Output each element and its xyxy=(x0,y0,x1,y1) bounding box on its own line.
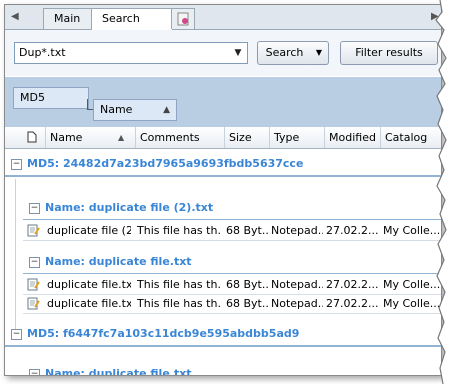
results-grid: − MD5: 24482d7a23bd7965a9693fbdb5637cce … xyxy=(5,149,441,375)
sort-ascending-icon: ▲ xyxy=(118,133,125,142)
cell-type: Notepad... xyxy=(271,297,323,310)
tab-strip: ◀ Main Search ▶ xyxy=(5,5,441,30)
search-input[interactable]: Dup*.txt ▼ xyxy=(14,42,248,64)
column-header-type[interactable]: Type xyxy=(269,127,325,148)
column-header-comments[interactable]: Comments xyxy=(135,127,224,148)
cell-comments: This file has th... xyxy=(137,278,221,291)
column-header: Name ▲ Comments Size Type Modified Catalo… xyxy=(5,127,441,149)
column-header-size[interactable]: Size xyxy=(224,127,270,148)
cell-name: duplicate file.txt xyxy=(47,297,131,310)
collapse-icon[interactable]: − xyxy=(29,203,40,214)
tab-new[interactable] xyxy=(171,8,195,29)
collapse-icon[interactable]: − xyxy=(29,257,40,268)
filter-results-button[interactable]: Filter results xyxy=(340,41,438,65)
cell-size: 68 Byt... xyxy=(226,278,268,291)
sort-ascending-icon: ▲ xyxy=(163,105,170,115)
tab-search[interactable]: Search xyxy=(91,8,173,30)
group-chip-md5[interactable]: MD5 xyxy=(13,87,89,109)
app-window: ◀ Main Search ▶ Dup*.txt ▼ Search ▼ Filt… xyxy=(4,4,442,376)
torn-edge xyxy=(435,0,466,384)
scroll-left-icon[interactable]: ◀ xyxy=(11,11,19,22)
cell-modified: 27.02.2... xyxy=(326,278,378,291)
group-chip-name-label: Name xyxy=(100,103,133,116)
tree-line xyxy=(15,179,16,329)
table-row[interactable]: duplicate file.txt This file has th... 6… xyxy=(23,295,441,314)
search-options-dropdown[interactable]: ▼ xyxy=(310,41,329,65)
column-header-modified[interactable]: Modified xyxy=(324,127,381,148)
cell-name: duplicate file (2)... xyxy=(47,224,131,237)
column-name-label: Name xyxy=(50,131,83,144)
chevron-down-icon: ▼ xyxy=(315,48,323,57)
cell-comments: This file has th... xyxy=(137,224,221,237)
group-chip-md5-label: MD5 xyxy=(20,91,45,104)
filter-results-label: Filter results xyxy=(355,46,423,59)
search-toolbar: Dup*.txt ▼ Search ▼ Filter results xyxy=(5,30,441,76)
cell-size: 68 Byt... xyxy=(226,297,268,310)
cell-modified: 27.02.2... xyxy=(326,297,378,310)
collapse-icon[interactable]: − xyxy=(29,369,40,375)
group-chip-name[interactable]: Name ▲ xyxy=(93,99,177,121)
group-name-label: Name: duplicate file (2).txt xyxy=(45,201,214,214)
column-modified-label: Modified xyxy=(329,131,376,144)
group-by-area: MD5 Name ▲ xyxy=(5,77,441,127)
group-name-label: Name: duplicate file.txt xyxy=(45,367,192,375)
file-icon xyxy=(27,131,37,143)
cell-type: Notepad... xyxy=(271,224,323,237)
group-row-md5[interactable]: − MD5: f6447fc7a103c11dcb9e595abdbb5ad9 xyxy=(5,323,441,347)
new-tab-icon xyxy=(177,12,189,26)
group-row-name[interactable]: − Name: duplicate file (2).txt xyxy=(23,197,441,220)
table-row[interactable]: duplicate file.txt This file has th... 6… xyxy=(23,276,441,295)
column-header-type-icon[interactable] xyxy=(19,127,43,148)
group-md5-label: MD5: f6447fc7a103c11dcb9e595abdbb5ad9 xyxy=(27,327,300,340)
search-input-value: Dup*.txt xyxy=(19,46,66,59)
search-button-label: Search xyxy=(265,46,304,59)
group-md5-label: MD5: 24482d7a23bd7965a9693fbdb5637cce xyxy=(27,157,304,170)
group-row-name[interactable]: − Name: duplicate file.txt xyxy=(23,363,441,375)
cell-modified: 27.02.2... xyxy=(326,224,378,237)
cell-type: Notepad... xyxy=(271,278,323,291)
column-catalog-label: Catalog xyxy=(385,131,428,144)
group-row-md5[interactable]: − MD5: 24482d7a23bd7965a9693fbdb5637cce xyxy=(5,153,441,177)
notepad-file-icon xyxy=(27,278,40,291)
cell-comments: This file has th... xyxy=(137,297,221,310)
chevron-down-icon[interactable]: ▼ xyxy=(231,43,245,63)
table-row[interactable]: duplicate file (2)... This file has th..… xyxy=(23,222,441,241)
notepad-file-icon xyxy=(27,224,40,237)
search-button[interactable]: Search xyxy=(257,41,312,65)
column-header-name[interactable]: Name ▲ xyxy=(45,127,135,148)
column-comments-label: Comments xyxy=(140,131,200,144)
cell-name: duplicate file.txt xyxy=(47,278,131,291)
notepad-file-icon xyxy=(27,297,40,310)
group-row-name[interactable]: − Name: duplicate file.txt xyxy=(23,251,441,274)
column-size-label: Size xyxy=(229,131,252,144)
collapse-icon[interactable]: − xyxy=(11,329,22,340)
collapse-icon[interactable]: − xyxy=(11,159,22,170)
cell-size: 68 Byt... xyxy=(226,224,268,237)
tab-main-label: Main xyxy=(54,12,81,25)
column-type-label: Type xyxy=(274,131,300,144)
tab-search-label: Search xyxy=(102,12,140,25)
group-name-label: Name: duplicate file.txt xyxy=(45,255,192,268)
